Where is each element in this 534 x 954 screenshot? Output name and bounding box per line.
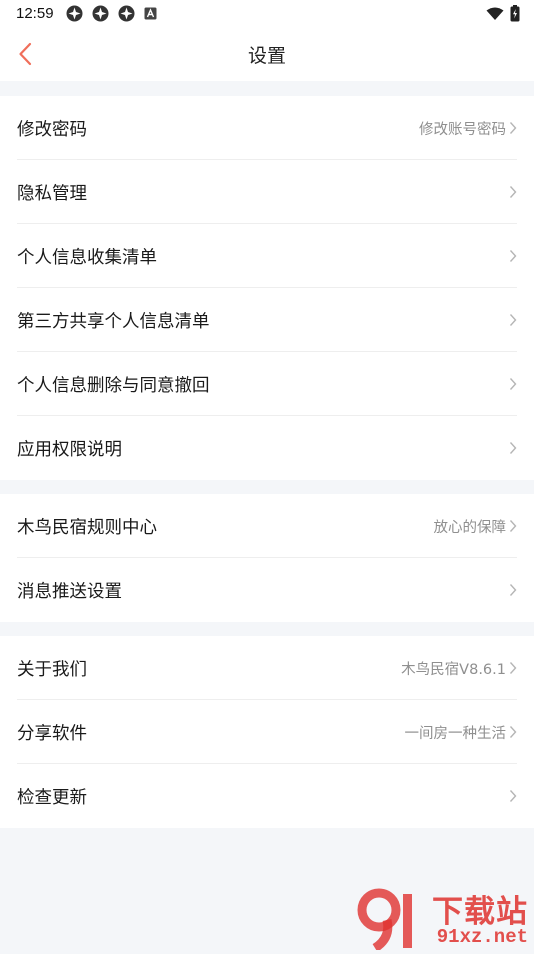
- settings-item-personal-info-collection[interactable]: 个人信息收集清单: [0, 224, 534, 288]
- settings-item-label: 第三方共享个人信息清单: [17, 311, 210, 332]
- chevron-right-icon: [509, 661, 517, 675]
- chevron-right-icon: [509, 583, 517, 597]
- chevron-right-icon: [509, 185, 517, 199]
- chevron-left-icon: [18, 42, 32, 66]
- app-notification-icon: [66, 5, 83, 22]
- settings-item-label: 个人信息收集清单: [17, 247, 157, 268]
- settings-item-push-settings[interactable]: 消息推送设置: [0, 558, 534, 622]
- settings-section-about: 关于我们 木鸟民宿V8.6.1 分享软件 一间房一种生活 检查更新: [0, 636, 534, 828]
- status-bar: 12:59: [0, 0, 534, 27]
- settings-item-label: 隐私管理: [17, 183, 87, 204]
- status-right: [486, 5, 520, 22]
- nav-bar: 设置: [0, 27, 534, 81]
- status-time: 12:59: [16, 5, 54, 22]
- settings-item-label: 修改密码: [17, 119, 87, 140]
- settings-item-label: 消息推送设置: [17, 581, 122, 602]
- page-title: 设置: [247, 44, 286, 67]
- back-button[interactable]: [14, 40, 36, 68]
- settings-section-rules-notifications: 木鸟民宿规则中心 放心的保障 消息推送设置: [0, 494, 534, 622]
- settings-item-label: 分享软件: [17, 723, 87, 744]
- wifi-icon: [486, 7, 504, 21]
- chevron-right-icon: [509, 725, 517, 739]
- settings-item-value: 一间房一种生活: [404, 725, 507, 742]
- watermark-logo-icon: [357, 888, 425, 952]
- settings-item-app-permissions[interactable]: 应用权限说明: [0, 416, 534, 480]
- settings-item-rules-center[interactable]: 木鸟民宿规则中心 放心的保障: [0, 494, 534, 558]
- settings-item-share-app[interactable]: 分享软件 一间房一种生活: [0, 700, 534, 764]
- watermark-text-top: 下载站: [432, 894, 528, 930]
- chevron-right-icon: [509, 249, 517, 263]
- app-notification-icon: [92, 5, 109, 22]
- settings-item-value: 放心的保障: [433, 519, 507, 536]
- settings-item-label: 关于我们: [17, 659, 87, 680]
- chevron-right-icon: [509, 377, 517, 391]
- settings-item-privacy-management[interactable]: 隐私管理: [0, 160, 534, 224]
- watermark-text-bottom: 91xz.net: [436, 926, 528, 948]
- settings-item-about-us[interactable]: 关于我们 木鸟民宿V8.6.1: [0, 636, 534, 700]
- settings-item-label: 应用权限说明: [17, 439, 122, 460]
- settings-section-account-privacy: 修改密码 修改账号密码 隐私管理 个人信息收集清单 第三方共享个人信息清单 个人…: [0, 96, 534, 480]
- settings-item-value: 修改账号密码: [419, 121, 506, 138]
- chevron-right-icon: [509, 519, 517, 533]
- battery-charging-icon: [510, 5, 520, 22]
- settings-item-value: 木鸟民宿V8.6.1: [401, 661, 506, 678]
- settings-item-check-update[interactable]: 检查更新: [0, 764, 534, 828]
- app-notification-icon: [118, 5, 135, 22]
- settings-item-change-password[interactable]: 修改密码 修改账号密码: [0, 96, 534, 160]
- chevron-right-icon: [509, 441, 517, 455]
- settings-item-label: 木鸟民宿规则中心: [17, 517, 157, 538]
- chevron-right-icon: [509, 789, 517, 803]
- settings-item-label: 检查更新: [17, 787, 87, 808]
- chevron-right-icon: [509, 313, 517, 327]
- settings-item-label: 个人信息删除与同意撤回: [17, 375, 210, 396]
- watermark: 下载站 91xz.net: [357, 884, 532, 952]
- chevron-right-icon: [509, 121, 517, 135]
- settings-item-info-deletion-consent[interactable]: 个人信息删除与同意撤回: [0, 352, 534, 416]
- keyboard-a-icon: [144, 7, 157, 20]
- settings-item-third-party-sharing[interactable]: 第三方共享个人信息清单: [0, 288, 534, 352]
